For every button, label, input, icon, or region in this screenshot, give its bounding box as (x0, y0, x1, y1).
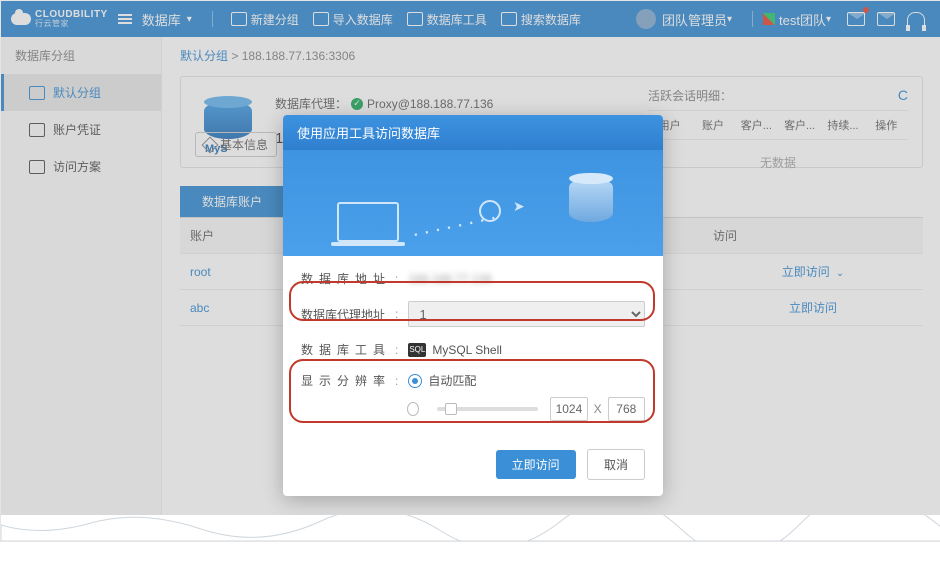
radio-auto[interactable] (408, 374, 422, 388)
confirm-button[interactable]: 立即访问 (496, 450, 576, 479)
mysql-shell-icon: SQL (408, 343, 426, 357)
modal-banner: ········ ➤ (283, 150, 663, 256)
cancel-button[interactable]: 取消 (587, 449, 645, 480)
radio-auto-label: 自动匹配 (428, 372, 476, 389)
row-db-tool: 数据库工具: SQLMySQL Shell (301, 341, 645, 358)
proxy-select[interactable]: 1 (408, 301, 645, 327)
row-db-address: 数据库地址: 188.188.77.136 (301, 270, 645, 287)
row-resolution: 显示分辨率: 自动匹配 (301, 372, 645, 389)
row-proxy-address: 数据库代理地址: 1 (301, 301, 645, 327)
arrow-icon: ➤ (513, 198, 525, 215)
db-address-value: 188.188.77.136 (408, 272, 645, 286)
res-height[interactable]: 768 (608, 397, 645, 421)
tool-name: MySQL Shell (432, 343, 502, 357)
row-resolution-custom: 1024 X 768 (407, 397, 645, 421)
database-icon (569, 178, 613, 222)
modal-title: 使用应用工具访问数据库 (283, 115, 663, 150)
resolution-slider[interactable] (437, 407, 538, 411)
radio-custom[interactable] (407, 402, 419, 416)
laptop-icon (337, 202, 399, 242)
torn-edge (1, 515, 940, 541)
access-tool-modal: 使用应用工具访问数据库 ········ ➤ 数据库地址: 188.188.77… (283, 115, 663, 496)
res-width[interactable]: 1024 (550, 397, 587, 421)
download-ring-icon (479, 200, 501, 222)
